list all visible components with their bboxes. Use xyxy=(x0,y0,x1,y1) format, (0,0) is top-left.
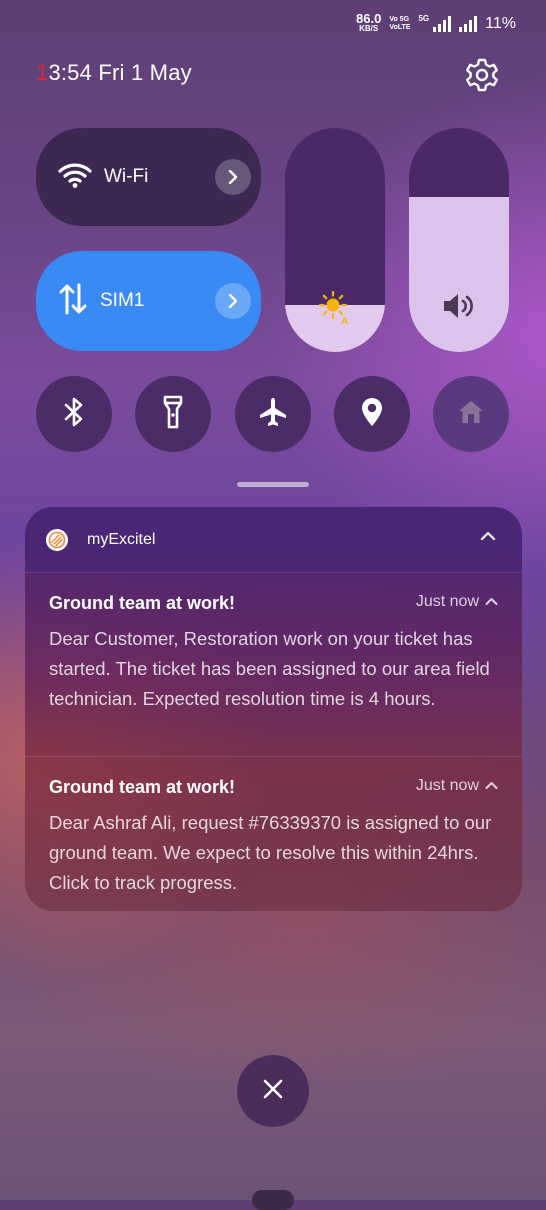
volte-line-1: Vo 5G xyxy=(389,16,410,23)
bluetooth-toggle[interactable] xyxy=(36,376,112,452)
close-icon xyxy=(262,1078,284,1105)
time-label: Just now xyxy=(415,593,479,610)
auto-brightness-sun-icon: A xyxy=(317,289,353,330)
clock-date[interactable]: 13:54 Fri 1 May xyxy=(36,60,192,86)
expand-chevron-up-icon[interactable] xyxy=(485,777,498,795)
location-toggle[interactable] xyxy=(334,376,410,452)
brightness-slider[interactable]: A xyxy=(285,128,385,352)
home-icon xyxy=(457,399,485,430)
speaker-icon xyxy=(441,291,477,326)
expand-chevron-up-icon[interactable] xyxy=(485,593,498,611)
bluetooth-icon xyxy=(63,396,85,433)
collapse-chevron-up-icon[interactable] xyxy=(480,529,496,547)
wifi-label: Wi-Fi xyxy=(104,166,149,187)
wifi-tile[interactable]: Wi-Fi xyxy=(36,128,261,226)
volume-fill xyxy=(409,197,509,352)
clock-first-digit: 1 xyxy=(36,60,49,85)
volume-slider[interactable] xyxy=(409,128,509,352)
bottom-edge-indicator xyxy=(252,1190,294,1210)
notification-time[interactable]: Just now xyxy=(416,593,498,611)
excitel-app-icon xyxy=(46,528,68,551)
battery-percent: 11% xyxy=(485,15,516,32)
mobile-data-tile[interactable]: SIM1 xyxy=(36,251,261,351)
flashlight-toggle[interactable] xyxy=(135,376,211,452)
speed-value: 86.0 xyxy=(356,11,382,26)
notification-time[interactable]: Just now xyxy=(416,777,498,795)
notification-body: Dear Customer, Restoration work on your … xyxy=(49,628,490,709)
airplane-mode-toggle[interactable] xyxy=(235,376,311,452)
wifi-chevron-right-icon[interactable] xyxy=(215,159,251,195)
status-bar: 86.0 KB/S Vo 5G VoLTE 5G 11% xyxy=(356,11,516,34)
speed-unit: KB/S xyxy=(359,24,379,33)
notification-body: Dear Ashraf Ali, request #76339370 is as… xyxy=(49,812,492,893)
home-mode-toggle[interactable] xyxy=(433,376,509,452)
notification-group[interactable]: myExcitel Ground team at work! Just now … xyxy=(25,507,522,911)
signal-2-icon xyxy=(459,16,478,32)
divider xyxy=(25,572,522,573)
panel-drag-handle[interactable] xyxy=(237,482,309,487)
sim-chevron-right-icon[interactable] xyxy=(215,283,251,319)
divider xyxy=(25,756,522,757)
wifi-icon xyxy=(58,162,92,193)
signal-1-icon xyxy=(433,16,452,32)
date: Fri 1 May xyxy=(98,60,192,85)
svg-text:A: A xyxy=(341,316,348,325)
location-pin-icon xyxy=(359,396,385,433)
network-speed: 86.0 KB/S xyxy=(356,11,382,34)
volte-line-2: VoLTE xyxy=(389,24,411,31)
time-label: Just now xyxy=(415,777,479,794)
network-type: 5G xyxy=(418,14,430,23)
volte-indicator: Vo 5G VoLTE xyxy=(389,16,410,32)
notification-header[interactable]: myExcitel xyxy=(25,507,522,572)
sim-label: SIM1 xyxy=(100,290,145,311)
clock-time: 3:54 xyxy=(48,60,93,85)
mobile-data-arrows-icon xyxy=(58,283,88,320)
settings-gear-icon[interactable] xyxy=(463,56,501,94)
airplane-icon xyxy=(257,396,289,433)
notification-item[interactable]: Ground team at work! Just now Dear Ashra… xyxy=(49,777,498,898)
flashlight-icon xyxy=(162,395,184,434)
clear-all-button[interactable] xyxy=(237,1055,309,1127)
app-name: myExcitel xyxy=(87,530,156,548)
notification-item[interactable]: Ground team at work! Just now Dear Custo… xyxy=(49,593,498,714)
